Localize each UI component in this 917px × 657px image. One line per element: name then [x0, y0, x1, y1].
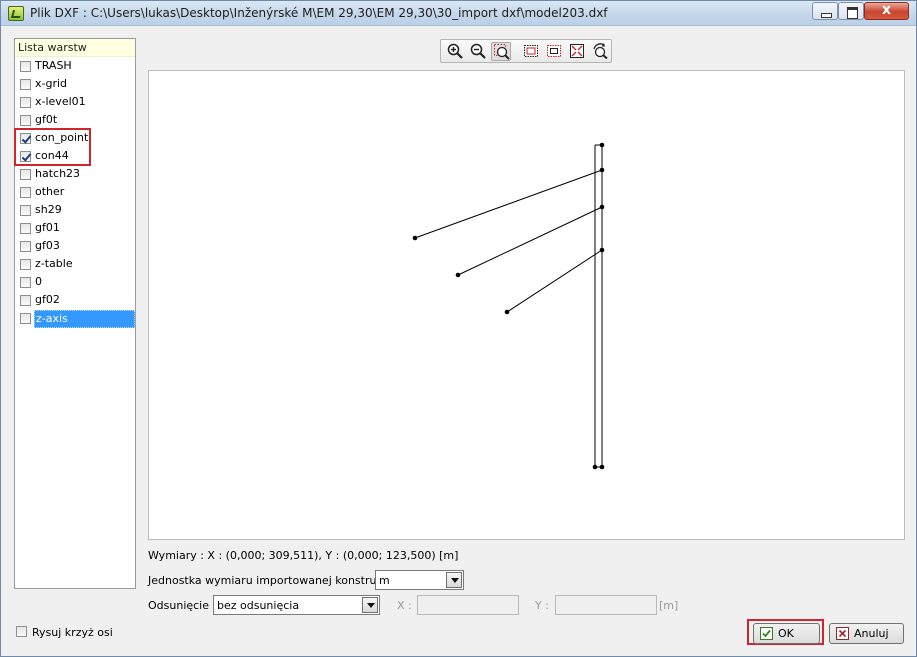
drawing-point: [599, 167, 605, 173]
zoom-out-icon[interactable]: [468, 42, 488, 61]
layer-item[interactable]: 0: [15, 273, 135, 291]
layer-item[interactable]: x-grid: [15, 75, 135, 93]
layer-checkbox[interactable]: [20, 115, 31, 126]
rotate-view-icon[interactable]: [590, 42, 610, 61]
drawing-point: [599, 204, 605, 210]
layer-label[interactable]: hatch23: [34, 165, 81, 183]
cancel-button[interactable]: Anuluj: [829, 623, 904, 644]
chevron-down-icon[interactable]: [362, 597, 378, 613]
layer-checkbox[interactable]: [20, 79, 31, 90]
layer-checkbox[interactable]: [20, 187, 31, 198]
offset-select[interactable]: bez odsunięcia: [213, 595, 380, 615]
layer-item[interactable]: sh29: [15, 201, 135, 219]
offset-unit-label: [m]: [659, 599, 679, 612]
drawing-point: [599, 247, 605, 253]
layer-item[interactable]: gf02: [15, 291, 135, 309]
checkmark-icon: [760, 627, 773, 643]
layer-label[interactable]: z-axis: [34, 310, 135, 328]
select-fit-icon[interactable]: [544, 42, 564, 61]
offset-x-input[interactable]: [417, 595, 519, 615]
layer-label[interactable]: other: [34, 183, 65, 201]
zoom-window-icon[interactable]: [491, 42, 511, 61]
drawing-point: [504, 309, 510, 315]
layer-label[interactable]: gf02: [34, 291, 61, 309]
ok-button[interactable]: OK: [753, 623, 820, 644]
layer-label[interactable]: gf03: [34, 237, 61, 255]
drawing-line: [414, 169, 603, 239]
close-icon: x: [882, 2, 892, 18]
layer-item[interactable]: gf0t: [15, 111, 135, 129]
maximize-button[interactable]: [838, 2, 864, 20]
unit-label: Jednostka wymiaru importowanej konstrukc…: [148, 574, 403, 587]
layer-label[interactable]: gf01: [34, 219, 61, 237]
layer-checkbox[interactable]: [20, 295, 31, 306]
cancel-icon: [836, 627, 849, 643]
layer-label[interactable]: z-table: [34, 255, 74, 273]
drawing-line: [506, 249, 603, 313]
zoom-in-icon[interactable]: [445, 42, 465, 61]
unit-select[interactable]: m: [375, 570, 464, 590]
layer-label[interactable]: x-grid: [34, 75, 68, 93]
layer-item[interactable]: z-table: [15, 255, 135, 273]
drawing-point: [592, 464, 598, 470]
layer-checkbox[interactable]: [20, 313, 31, 324]
offset-x-label: X :: [397, 599, 412, 612]
offset-y-label: Y :: [535, 599, 549, 612]
drawing-point: [599, 142, 605, 148]
layer-checkbox[interactable]: [20, 223, 31, 234]
layer-item[interactable]: gf01: [15, 219, 135, 237]
layer-checkbox[interactable]: [20, 277, 31, 288]
draw-axis-checkbox[interactable]: [15, 625, 29, 639]
chevron-down-icon[interactable]: [446, 572, 462, 588]
offset-label: Odsunięcie :: [148, 599, 217, 612]
close-button[interactable]: x: [864, 2, 909, 20]
offset-y-input[interactable]: [555, 595, 657, 615]
layer-checkbox[interactable]: [20, 169, 31, 180]
layer-label[interactable]: x-level01: [34, 93, 87, 111]
layer-item[interactable]: gf03: [15, 237, 135, 255]
layer-label[interactable]: gf0t: [34, 111, 58, 129]
title-bar[interactable]: Plik DXF : C:\Users\lukas\Desktop\Inžený…: [1, 1, 916, 26]
dxf-import-dialog: Plik DXF : C:\Users\lukas\Desktop\Inžený…: [0, 0, 917, 657]
drawing-point: [412, 235, 418, 241]
minimize-button[interactable]: [812, 2, 838, 20]
layer-label[interactable]: TRASH: [34, 57, 73, 75]
layer-list: Lista warstw TRASH x-grid x-level01 gf0t con…: [14, 38, 136, 589]
unit-select-value: m: [379, 574, 390, 587]
drawing-line: [457, 206, 603, 276]
dxf-drawing: [412, 142, 605, 470]
layer-item[interactable]: z-axis: [15, 309, 135, 328]
layer-checkbox[interactable]: [20, 61, 31, 72]
layer-checkbox[interactable]: [20, 241, 31, 252]
draw-axis-checkbox-box[interactable]: [16, 626, 27, 637]
cancel-button-label: Anuluj: [854, 627, 889, 640]
window-title: Plik DXF : C:\Users\lukas\Desktop\Inžený…: [30, 6, 608, 20]
view-toolbar: [440, 39, 612, 63]
checked-layers-highlight: [14, 128, 91, 166]
layer-label[interactable]: sh29: [34, 201, 63, 219]
drawing-point: [599, 464, 605, 470]
layer-checkbox[interactable]: [20, 97, 31, 108]
draw-axis-label: Rysuj krzyż osi: [32, 626, 113, 639]
layer-checkbox[interactable]: [20, 205, 31, 216]
layer-item[interactable]: hatch23: [15, 165, 135, 183]
dxf-preview-canvas[interactable]: [148, 70, 905, 540]
app-icon: [8, 6, 24, 21]
drawing-point: [455, 272, 461, 278]
layer-checkbox[interactable]: [20, 259, 31, 270]
offset-select-value: bez odsunięcia: [217, 599, 300, 612]
layer-list-header: Lista warstw: [15, 39, 135, 57]
select-window-icon[interactable]: [521, 42, 541, 61]
layer-item[interactable]: TRASH: [15, 57, 135, 75]
layer-item[interactable]: x-level01: [15, 93, 135, 111]
zoom-extents-icon[interactable]: [567, 42, 587, 61]
layer-label[interactable]: 0: [34, 273, 43, 291]
ok-button-label: OK: [778, 627, 794, 640]
layer-item[interactable]: other: [15, 183, 135, 201]
dimensions-readout: Wymiary : X : (0,000; 309,511), Y : (0,0…: [148, 549, 459, 562]
